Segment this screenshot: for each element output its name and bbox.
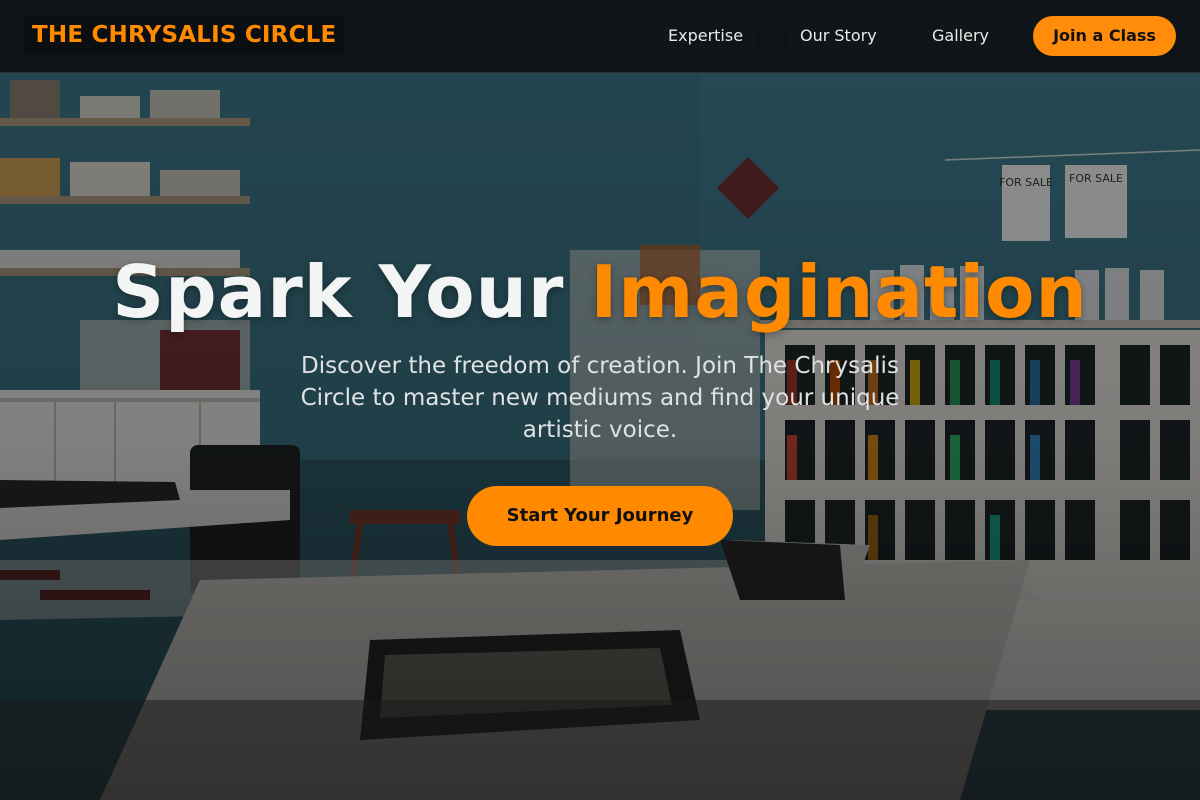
hero-title-accent: Imagination <box>590 250 1088 334</box>
hero-title-main: Spark Your <box>112 250 565 334</box>
hero-title: Spark Your Imagination <box>0 250 1200 334</box>
brand-logo[interactable]: THE CHRYSALIS CIRCLE <box>24 17 345 54</box>
nav-link-our-story[interactable]: Our Story <box>788 20 889 52</box>
join-class-button[interactable]: Join a Class <box>1033 16 1176 56</box>
nav-link-gallery[interactable]: Gallery <box>920 20 1001 52</box>
hero-subtitle: Discover the freedom of creation. Join T… <box>300 353 900 443</box>
start-journey-button[interactable]: Start Your Journey <box>467 486 733 546</box>
nav-link-expertise[interactable]: Expertise <box>656 20 756 52</box>
site-header: THE CHRYSALIS CIRCLE Expertise Our Story… <box>0 0 1200 73</box>
